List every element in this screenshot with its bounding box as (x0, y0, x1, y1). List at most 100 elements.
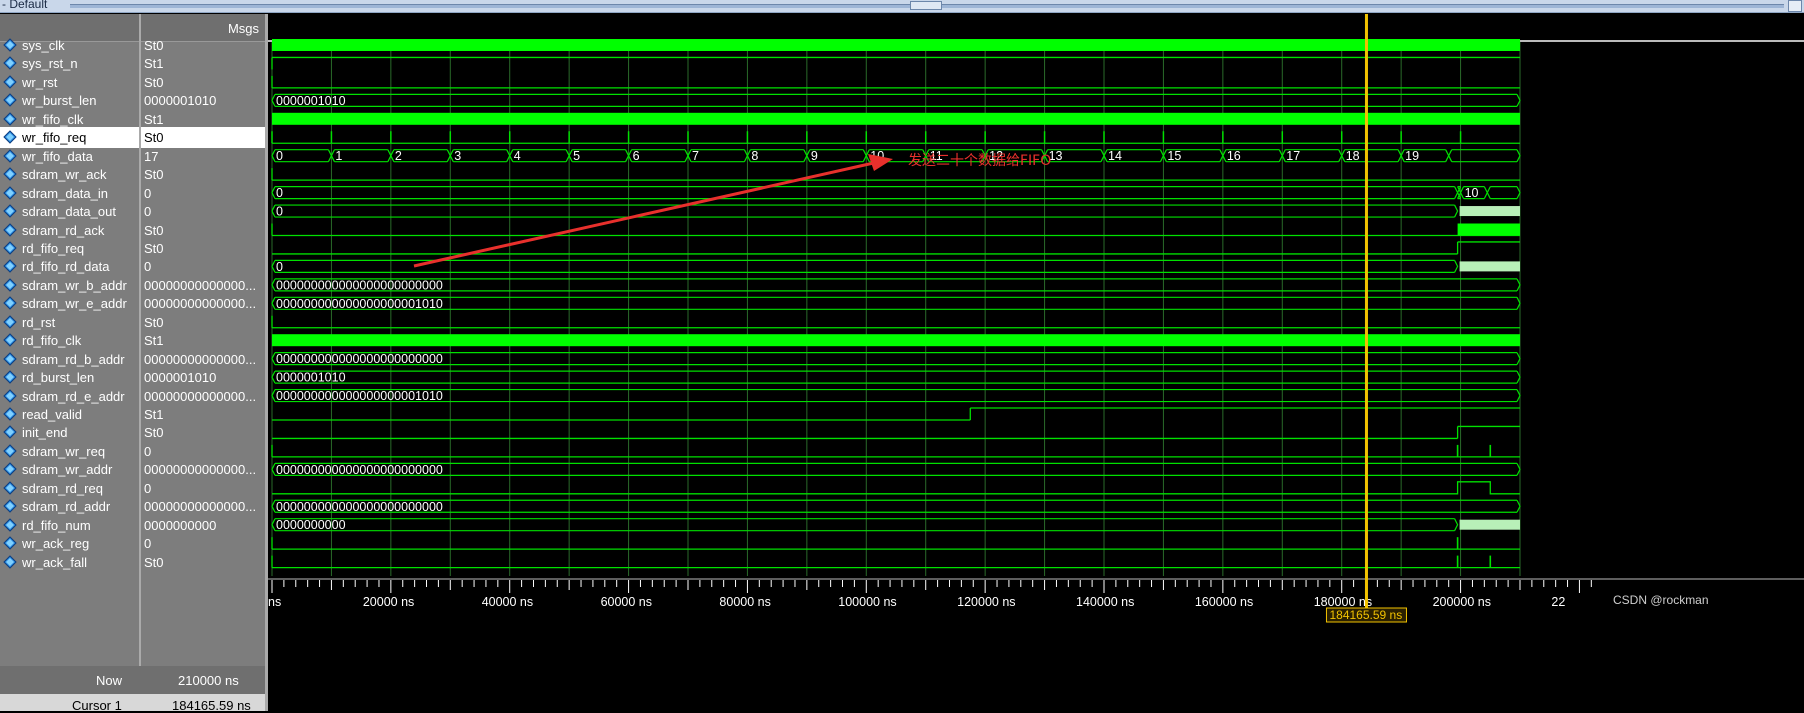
signal-value: 00000000000000... (144, 462, 257, 478)
bus-activity (1459, 519, 1520, 530)
signal-value: St1 (144, 333, 164, 349)
signal-name: sdram_wr_e_addr (22, 296, 127, 312)
signal-name: sys_rst_n (22, 56, 78, 72)
bus-value-label: 0 (276, 205, 283, 219)
signal-diamond-icon (3, 517, 17, 532)
bus-value-label: 0000000000 (276, 518, 346, 532)
signal-value: St0 (144, 38, 164, 53)
signal-value: St0 (144, 222, 164, 238)
ruler-label: ns (268, 595, 281, 609)
signal-value: St0 (144, 554, 164, 570)
bus-value-label: 0 (276, 260, 283, 274)
signal-name: sdram_wr_addr (22, 462, 113, 478)
signal-name: sdram_wr_req (22, 443, 106, 459)
signal-row-wr-ack-fall[interactable]: wr_ack_fall (0, 552, 139, 573)
signal-name: sdram_data_out (22, 204, 116, 220)
annotation-arrowhead (868, 154, 893, 171)
bus-transition (1454, 204, 1459, 218)
signal-activity (1457, 223, 1520, 236)
bus-value-label: 8 (751, 149, 758, 163)
signal-name: sdram_wr_b_addr (22, 277, 127, 293)
signal-name: wr_ack_reg (22, 536, 90, 552)
signal-name: wr_fifo_req (22, 130, 87, 146)
signal-diamond-icon (3, 315, 17, 329)
ruler-label: 60000 ns (601, 595, 652, 609)
clock-wave (272, 334, 1520, 347)
bus-value-label: 5 (573, 149, 580, 163)
signal-value: 00000000000000... (144, 499, 257, 515)
bus-value-label: 000000000000000000001010 (276, 297, 443, 311)
signal-diamond-icon (3, 241, 17, 255)
ruler-label: 40000 ns (482, 595, 533, 609)
signal-name: sdram_rd_e_addr (22, 388, 125, 404)
signal-value: 0 (144, 259, 152, 275)
signal-diamond-icon (3, 130, 17, 144)
signal-value: 00000000000000... (144, 296, 257, 312)
bus-value-label: 18 (1346, 149, 1360, 163)
signal-value: 0 (144, 536, 152, 552)
signal-diamond-icon (3, 93, 17, 108)
bus-value-label: 000000000000000000000000 (276, 500, 443, 514)
annotation-text: 发送二十个数据给FIFO (908, 153, 1051, 169)
signal-diamond-icon (3, 167, 17, 181)
signal-name: rd_burst_len (22, 370, 95, 386)
signal-diamond-icon (3, 148, 17, 163)
titlebar-button[interactable] (1788, 0, 1802, 12)
signal-diamond-icon (3, 554, 17, 569)
bus-value-label: 2 (395, 149, 402, 163)
signal-value: St0 (144, 167, 164, 183)
signal-value: 00000000000000... (144, 277, 257, 293)
titlebar-grip[interactable] (910, 1, 942, 10)
bus-value-label: 17 (1286, 149, 1300, 163)
bus-value-label: 000000000000000000000000 (276, 352, 443, 366)
waveform-canvas[interactable]: 0000001010012345678910111213141516171819… (268, 14, 1804, 711)
bus-transition (1454, 518, 1459, 531)
signal-diamond-icon (3, 536, 17, 550)
signal-diamond-icon (3, 407, 17, 421)
signal-value: St0 (144, 314, 164, 330)
bus-activity (1459, 206, 1520, 217)
signal-name: wr_rst (22, 74, 58, 90)
signal-name: wr_ack_fall (22, 554, 88, 570)
ruler-label: 200000 ns (1433, 595, 1491, 609)
window-title: - Default (2, 0, 48, 11)
bus-value-label: 19 (1405, 149, 1419, 163)
bus-value-label: 000000000000000000001010 (276, 389, 443, 403)
signal-name: rd_fifo_num (22, 517, 91, 533)
signal-value: 0000000000 (144, 517, 217, 533)
annotation-arrow (413, 160, 879, 268)
ruler-label: 20000 ns (363, 595, 414, 609)
bus-value-label: 0000001010 (276, 94, 346, 108)
bus-value-label: 7 (692, 149, 699, 163)
ruler-label: 180000 ns (1314, 595, 1372, 609)
signal-name: sdram_rd_req (22, 480, 103, 496)
signal-name: sdram_rd_addr (22, 499, 111, 515)
bus-value-label: 0 (276, 186, 283, 200)
cursor-readout: 184165.59 ns (1329, 608, 1402, 622)
signal-diamond-icon (3, 38, 17, 52)
signal-name: sdram_wr_ack (22, 167, 107, 183)
signal-diamond-icon (3, 351, 17, 366)
bus-transition (1448, 149, 1453, 162)
signal-value: 0000001010 (144, 370, 217, 386)
bus-value-label: 10 (1465, 186, 1479, 200)
signal-value-row[interactable]: St0 (141, 552, 265, 573)
ruler-label: 120000 ns (957, 595, 1015, 609)
ruler-label: 22 (1551, 595, 1565, 609)
bus-value-label: 6 (633, 149, 640, 163)
signal-name: wr_burst_len (22, 93, 97, 109)
signal-name: sdram_data_in (22, 185, 108, 201)
signal-name: rd_rst (22, 314, 56, 330)
bus-value-label: 0 (276, 149, 283, 163)
signal-diamond-icon (3, 425, 17, 440)
signal-value: St0 (144, 74, 164, 90)
signal-diamond-icon (3, 388, 17, 403)
bus-value-label: 000000000000000000000000 (276, 463, 443, 477)
signal-name: init_end (22, 425, 68, 441)
signal-value: 00000000000000... (144, 388, 257, 404)
signal-pulse (272, 481, 1520, 495)
signal-diamond-icon (3, 204, 17, 218)
signal-name: rd_fifo_req (22, 240, 85, 256)
waveform-area[interactable]: 0000001010012345678910111213141516171819… (268, 14, 1804, 711)
window-titlebar: - Default (0, 0, 1804, 13)
